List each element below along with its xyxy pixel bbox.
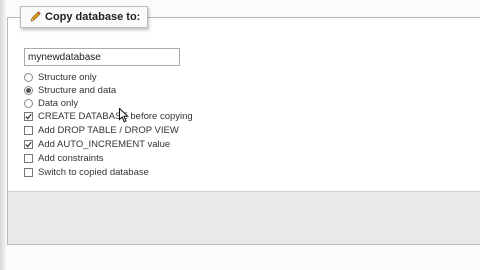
fieldset-footer (8, 191, 480, 244)
radio-structure-only[interactable]: Structure only (24, 71, 97, 84)
checkbox-create-database[interactable]: CREATE DATABASE before copying (24, 110, 193, 123)
radio-label: Structure and data (38, 85, 117, 96)
checkbox-label: Add constraints (38, 153, 104, 164)
window-left-edge (0, 0, 6, 270)
checkbox[interactable] (24, 154, 33, 163)
radio-label: Data only (38, 98, 79, 109)
new-database-name-input[interactable] (24, 48, 180, 66)
checkbox-label: CREATE DATABASE before copying (38, 111, 193, 122)
checkbox-switch-to-copied[interactable]: Switch to copied database (24, 166, 149, 179)
checkbox[interactable] (24, 140, 33, 149)
checkbox[interactable] (24, 126, 33, 135)
radio-data-only[interactable]: Data only (24, 97, 78, 110)
checkbox[interactable] (24, 112, 33, 121)
checkbox-label: Add AUTO_INCREMENT value (38, 139, 171, 150)
checkmark-icon (25, 141, 32, 148)
radio-button[interactable] (24, 73, 33, 82)
fieldset-legend: Copy database to: (20, 6, 149, 28)
checkbox-label: Add DROP TABLE / DROP VIEW (38, 125, 179, 136)
checkbox-label: Switch to copied database (38, 167, 149, 178)
pencil-icon (29, 11, 41, 23)
checkbox[interactable] (24, 168, 33, 177)
checkbox-add-constraints[interactable]: Add constraints (24, 152, 103, 165)
legend-title: Copy database to: (45, 11, 141, 23)
radio-button[interactable] (24, 86, 33, 95)
checkmark-icon (25, 113, 32, 120)
radio-label: Structure only (38, 72, 97, 83)
checkbox-add-drop-table[interactable]: Add DROP TABLE / DROP VIEW (24, 124, 179, 137)
radio-structure-and-data[interactable]: Structure and data (24, 84, 116, 97)
mouse-cursor-icon (119, 107, 130, 128)
checkbox-add-auto-increment[interactable]: Add AUTO_INCREMENT value (24, 138, 170, 151)
radio-button[interactable] (24, 99, 33, 108)
